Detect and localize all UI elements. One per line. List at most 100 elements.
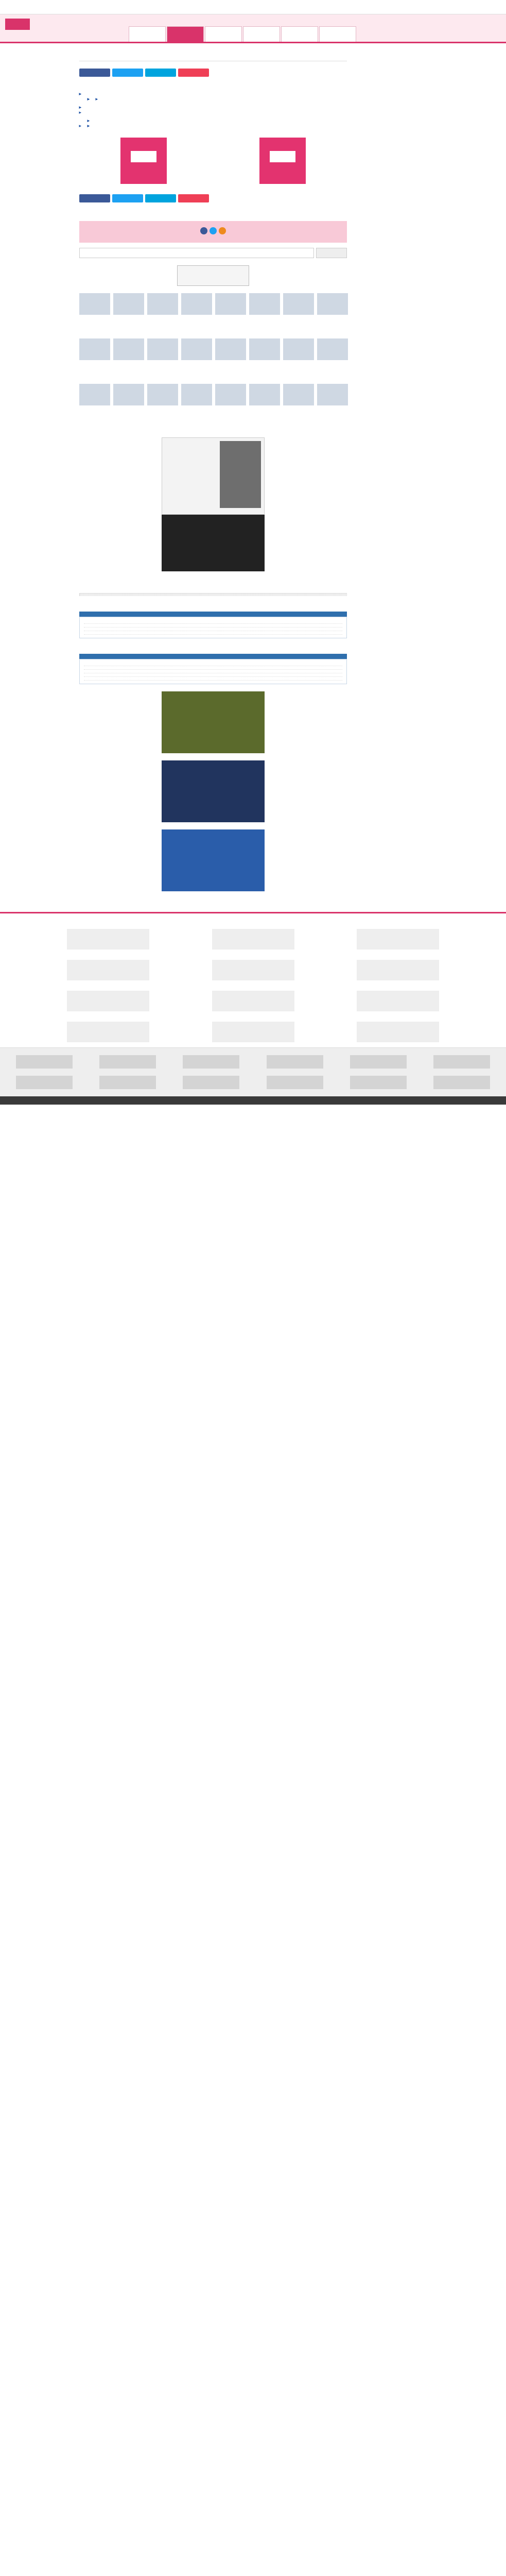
partner-logo[interactable] [99,1076,156,1089]
recommend-caption[interactable] [317,406,348,422]
sponsor-logo[interactable] [67,1022,149,1042]
nav-item-6[interactable] [319,26,356,42]
recommend-caption[interactable] [215,316,246,331]
thumbnail[interactable] [249,293,280,315]
recommend-caption[interactable] [283,316,314,331]
thumbnail[interactable] [215,338,246,360]
thumbnail[interactable] [215,384,246,405]
recommend-caption[interactable] [317,316,348,331]
list-item[interactable] [317,384,348,422]
list-item[interactable] [181,338,212,377]
list-item[interactable] [83,620,342,624]
thumbnail[interactable] [147,384,178,405]
thumbnail[interactable] [283,338,314,360]
thumbnail[interactable] [317,338,348,360]
recommend-caption[interactable] [113,406,144,422]
pocket-button[interactable] [178,194,209,202]
list-item[interactable] [317,338,348,377]
thumbnail[interactable] [249,384,280,405]
partner-logo[interactable] [16,1076,73,1089]
thumbnail[interactable] [79,293,110,315]
sponsor-logo[interactable] [212,960,294,980]
list-item[interactable] [83,670,342,673]
promo-left[interactable] [79,135,208,186]
recommend-caption[interactable] [147,361,178,377]
ad-banner[interactable] [161,691,265,753]
facebook-icon[interactable] [200,227,207,234]
list-item[interactable] [147,384,178,422]
list-item[interactable] [215,293,246,331]
recommend-caption[interactable] [113,316,144,331]
search-input[interactable] [79,248,314,258]
login-button[interactable] [177,265,249,286]
recommend-caption[interactable] [181,316,212,331]
partner-logo[interactable] [266,1055,323,1069]
thumbnail[interactable] [317,384,348,405]
promo-image[interactable] [120,138,167,184]
list-item[interactable] [283,293,314,331]
thumbnail[interactable] [249,338,280,360]
recommend-caption[interactable] [249,406,280,422]
list-item[interactable] [113,293,144,331]
pocket-button[interactable] [178,69,209,77]
ad-banner[interactable] [161,829,265,891]
nav-item-2[interactable] [167,26,204,42]
nav-item-3[interactable] [205,26,242,42]
recommend-caption[interactable] [181,361,212,377]
list-item[interactable] [83,628,342,631]
nav-item-5[interactable] [281,26,318,42]
site-logo[interactable] [5,19,30,30]
thumbnail[interactable] [113,293,144,315]
recommend-caption[interactable] [215,361,246,377]
recommend-caption[interactable] [181,406,212,422]
recommend-caption[interactable] [215,406,246,422]
sponsor-logo[interactable] [212,1022,294,1042]
recommend-caption[interactable] [147,406,178,422]
hatena-bookmark-button[interactable] [145,69,176,77]
partner-logo[interactable] [350,1055,407,1069]
recommend-caption[interactable] [249,361,280,377]
list-item[interactable] [83,673,342,677]
thumbnail[interactable] [147,338,178,360]
sponsor-logo[interactable] [357,960,439,980]
list-item[interactable] [83,663,342,666]
recommend-caption[interactable] [283,361,314,377]
list-item[interactable] [215,384,246,422]
recommend-caption[interactable] [147,316,178,331]
job-ad-banner[interactable] [161,437,265,515]
list-item[interactable] [215,338,246,377]
list-item[interactable] [113,384,144,422]
list-item[interactable] [83,624,342,628]
twitter-share-button[interactable] [112,69,143,77]
partner-logo[interactable] [183,1076,240,1089]
recommend-caption[interactable] [79,361,110,377]
list-item[interactable] [283,338,314,377]
rss-icon[interactable] [218,227,226,234]
nav-item-1[interactable] [129,26,166,42]
twitter-share-button[interactable] [112,194,143,202]
promo-image[interactable] [259,138,306,184]
sponsor-logo[interactable] [357,929,439,950]
list-item[interactable] [181,384,212,422]
sponsor-logo[interactable] [67,991,149,1011]
recommend-caption[interactable] [79,316,110,331]
partner-logo[interactable] [350,1076,407,1089]
sponsor-logo[interactable] [212,929,294,950]
list-item[interactable] [283,384,314,422]
thumbnail[interactable] [113,338,144,360]
sponsor-logo[interactable] [67,960,149,980]
recommend-caption[interactable] [113,361,144,377]
list-item[interactable] [147,293,178,331]
twitter-icon[interactable] [209,227,217,234]
list-item[interactable] [249,338,280,377]
thumbnail[interactable] [181,384,212,405]
list-item[interactable] [83,631,342,635]
thumbnail[interactable] [317,293,348,315]
partner-logo[interactable] [433,1055,490,1069]
recommend-caption[interactable] [317,361,348,377]
partner-logo[interactable] [433,1076,490,1089]
facebook-share-button[interactable] [79,194,110,202]
list-item[interactable] [79,293,110,331]
list-item[interactable] [83,677,342,681]
recommend-caption[interactable] [79,406,110,422]
